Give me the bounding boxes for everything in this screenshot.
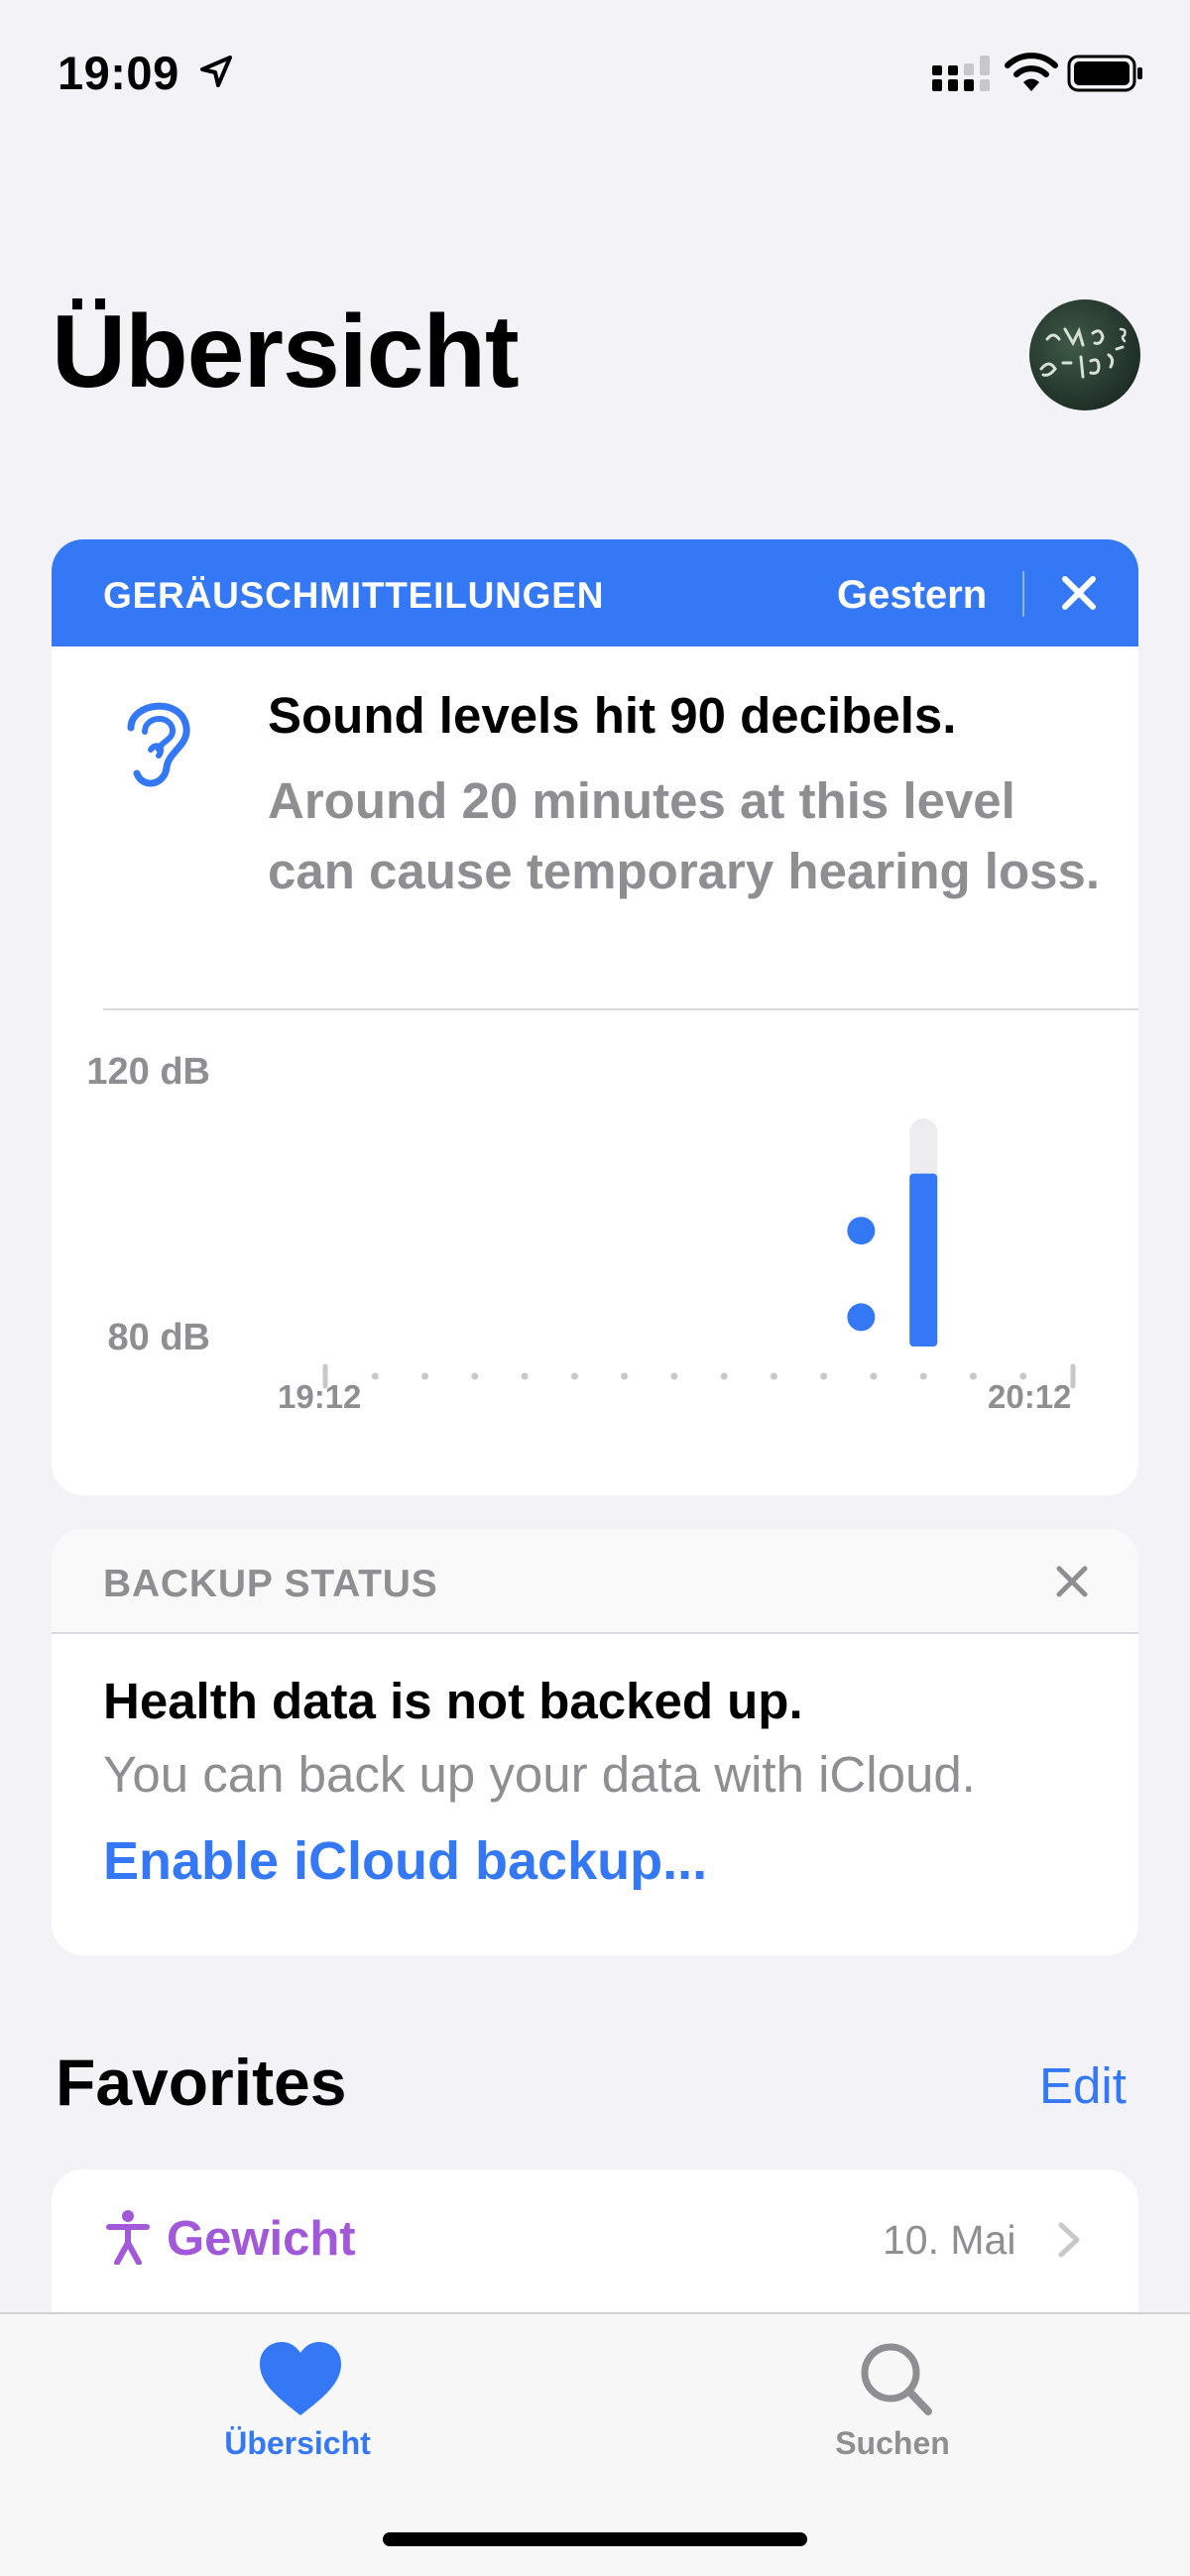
status-bar: 19:09 bbox=[0, 0, 1190, 149]
x-axis-dot bbox=[471, 1372, 479, 1380]
wifi-icon bbox=[1005, 53, 1058, 91]
backup-card-title: BACKUP STATUS bbox=[103, 1563, 438, 1605]
noise-card-header: GERÄUSCHMITTEILUNGEN Gestern bbox=[52, 539, 1138, 646]
noise-card-title: GERÄUSCHMITTEILUNGEN bbox=[103, 575, 605, 616]
noise-description: Around 20 minutes at this level can caus… bbox=[268, 772, 1101, 899]
favorites-edit-button[interactable]: Edit bbox=[1039, 2056, 1127, 2115]
x-axis-dot bbox=[521, 1372, 529, 1380]
x-axis-dot bbox=[969, 1372, 977, 1380]
divider bbox=[103, 1008, 1138, 1010]
health-summary-screen: 19:09 Übersicht GERÄUSCHMITTEILUNGEN Ges… bbox=[0, 0, 1190, 2576]
location-arrow-icon bbox=[200, 56, 232, 87]
noise-card-date: Gestern bbox=[837, 573, 988, 617]
noise-headline: Sound levels hit 90 decibels. bbox=[268, 687, 957, 744]
tab-summary[interactable]: Übersicht bbox=[149, 2314, 446, 2503]
page-title: Übersicht bbox=[52, 294, 520, 410]
backup-card-header: BACKUP STATUS bbox=[52, 1529, 1138, 1634]
home-indicator bbox=[383, 2532, 807, 2546]
x-tick-label-end: 20:12 bbox=[988, 1378, 1072, 1415]
status-time: 19:09 bbox=[58, 47, 179, 99]
heart-icon bbox=[260, 2342, 341, 2415]
x-tick-label-start: 19:12 bbox=[278, 1378, 362, 1415]
x-axis-dot bbox=[371, 1372, 379, 1380]
x-axis-dot bbox=[870, 1372, 878, 1380]
x-axis-dot bbox=[770, 1372, 777, 1380]
x-axis-dot bbox=[820, 1372, 828, 1380]
close-icon[interactable] bbox=[1047, 1557, 1097, 1606]
noise-notification-card[interactable]: GERÄUSCHMITTEILUNGEN Gestern Sound level… bbox=[52, 539, 1138, 1495]
cellular-signal-icon bbox=[932, 56, 990, 91]
x-axis-dot bbox=[919, 1372, 927, 1380]
profile-avatar[interactable] bbox=[1029, 299, 1140, 410]
chalkboard-photo-icon bbox=[1039, 326, 1127, 379]
sound-level-bar-1 bbox=[847, 1217, 876, 1245]
enable-icloud-backup-link[interactable]: Enable iCloud backup... bbox=[103, 1830, 707, 1892]
favorite-item-gewicht[interactable]: Gewicht 10. Mai bbox=[52, 2169, 1138, 2308]
favorites-title: Favorites bbox=[56, 2046, 347, 2119]
x-axis-dot bbox=[670, 1372, 678, 1380]
x-axis-dot bbox=[720, 1372, 728, 1380]
favorite-item-date: 10. Mai bbox=[883, 2217, 1016, 2263]
favorite-item-label: Gewicht bbox=[167, 2212, 356, 2266]
x-axis-dot bbox=[621, 1372, 629, 1380]
chart-plot bbox=[322, 1118, 1076, 1389]
backup-status-card: BACKUP STATUS Health data is not backed … bbox=[52, 1529, 1138, 1955]
person-figure-icon bbox=[106, 2210, 150, 2265]
search-icon bbox=[861, 2343, 932, 2415]
battery-icon bbox=[1067, 55, 1142, 92]
tab-search-label: Suchen bbox=[835, 2425, 950, 2461]
close-icon[interactable] bbox=[1051, 565, 1107, 621]
backup-headline: Health data is not backed up. bbox=[103, 1673, 803, 1729]
backup-description: You can back up your data with iCloud. bbox=[103, 1746, 976, 1803]
x-axis-dot bbox=[570, 1372, 578, 1380]
sound-level-bar-0 bbox=[847, 1303, 876, 1332]
ear-icon bbox=[127, 702, 190, 787]
x-axis-dot bbox=[421, 1372, 429, 1380]
header-divider bbox=[1022, 571, 1024, 617]
tab-summary-label: Übersicht bbox=[224, 2425, 371, 2461]
tab-search[interactable]: Suchen bbox=[744, 2314, 1041, 2503]
chevron-right-icon bbox=[1058, 2222, 1080, 2258]
sound-level-bar-2 bbox=[909, 1173, 938, 1347]
sound-level-chart: 120 dB 80 dB 19:12 20:12 bbox=[52, 1011, 1138, 1477]
